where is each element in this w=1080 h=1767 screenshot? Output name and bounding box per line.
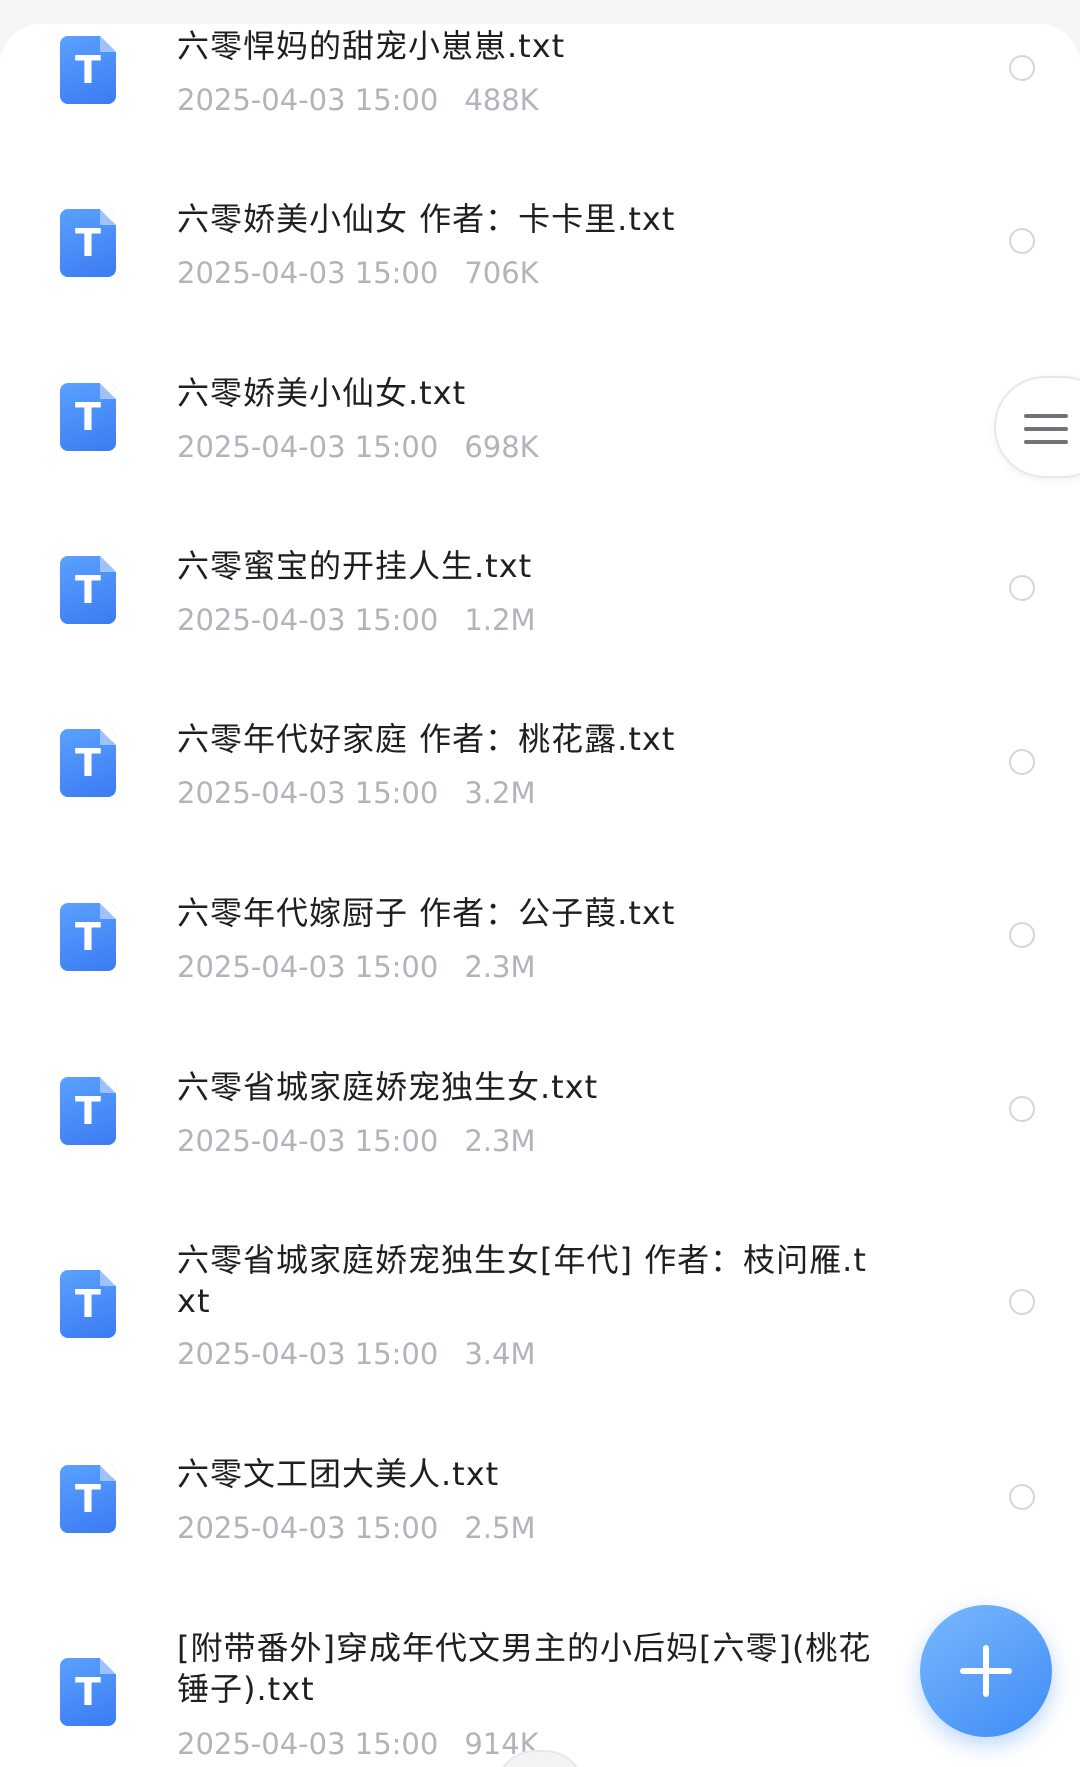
file-size: 2.5M — [464, 1511, 536, 1545]
txt-file-icon: T — [60, 1465, 116, 1533]
file-date: 2025-04-03 15:00 — [177, 1337, 439, 1371]
file-size: 488K — [464, 83, 539, 117]
file-date: 2025-04-03 15:00 — [177, 776, 439, 810]
file-name: 六零年代嫁厨子 作者：公子葭.txt — [177, 894, 676, 932]
file-size: 2.3M — [464, 1124, 536, 1158]
file-size: 2.3M — [464, 950, 536, 984]
txt-file-icon: T — [60, 556, 116, 624]
file-name: 六零蜜宝的开挂人生.txt — [177, 547, 533, 585]
file-meta: 2025-04-03 15:00 488K — [177, 82, 539, 118]
select-radio[interactable] — [1009, 749, 1035, 775]
file-meta: 2025-04-03 15:00 3.4M — [177, 1336, 535, 1372]
file-browser-page: T 六零悍妈的甜宠小崽崽.txt 2025-04-03 15:00 488K T … — [0, 0, 1080, 1767]
file-date: 2025-04-03 15:00 — [177, 83, 439, 117]
file-date: 2025-04-03 15:00 — [177, 430, 439, 464]
file-size: 706K — [464, 256, 539, 290]
file-meta: 2025-04-03 15:00 1.2M — [177, 602, 535, 638]
file-meta: 2025-04-03 15:00 3.2M — [177, 775, 535, 811]
file-date: 2025-04-03 15:00 — [177, 603, 439, 637]
file-list-panel: T 六零悍妈的甜宠小崽崽.txt 2025-04-03 15:00 488K T … — [0, 24, 1080, 1767]
add-button[interactable] — [920, 1605, 1052, 1737]
file-size: 3.2M — [464, 776, 536, 810]
select-radio[interactable] — [1009, 228, 1035, 254]
file-size: 1.2M — [464, 603, 536, 637]
txt-file-icon: T — [60, 383, 116, 451]
file-name: 六零省城家庭娇宠独生女.txt — [177, 1068, 599, 1106]
file-name: 六零悍妈的甜宠小崽崽.txt — [177, 27, 566, 65]
file-name: 六零文工团大美人.txt — [177, 1455, 500, 1493]
file-meta: 2025-04-03 15:00 2.3M — [177, 1123, 535, 1159]
select-radio[interactable] — [1009, 1096, 1035, 1122]
file-name: 六零省城家庭娇宠独生女[年代] 作者：枝问雁.txt — [177, 1241, 867, 1320]
file-name: [附带番外]穿成年代文男主的小后妈[六零](桃花锤子).txt — [177, 1629, 872, 1708]
file-meta: 2025-04-03 15:00 914K — [177, 1726, 539, 1762]
file-date: 2025-04-03 15:00 — [177, 1727, 439, 1761]
file-date: 2025-04-03 15:00 — [177, 256, 439, 290]
file-size: 698K — [464, 430, 539, 464]
menu-icon — [1024, 414, 1068, 444]
file-name: 六零娇美小仙女 作者：卡卡里.txt — [177, 200, 676, 238]
select-radio[interactable] — [1009, 1289, 1035, 1315]
file-name: 六零年代好家庭 作者：桃花露.txt — [177, 720, 676, 758]
select-radio[interactable] — [1009, 55, 1035, 81]
txt-file-icon: T — [60, 1658, 116, 1726]
txt-file-icon: T — [60, 36, 116, 104]
select-radio[interactable] — [1009, 922, 1035, 948]
file-meta: 2025-04-03 15:00 706K — [177, 255, 539, 291]
file-meta: 2025-04-03 15:00 2.5M — [177, 1510, 535, 1546]
txt-file-icon: T — [60, 729, 116, 797]
file-date: 2025-04-03 15:00 — [177, 950, 439, 984]
txt-file-icon: T — [60, 209, 116, 277]
file-date: 2025-04-03 15:00 — [177, 1511, 439, 1545]
file-meta: 2025-04-03 15:00 2.3M — [177, 949, 535, 985]
file-meta: 2025-04-03 15:00 698K — [177, 429, 539, 465]
file-date: 2025-04-03 15:00 — [177, 1124, 439, 1158]
select-radio[interactable] — [1009, 1484, 1035, 1510]
file-name: 六零娇美小仙女.txt — [177, 374, 467, 412]
file-size: 3.4M — [464, 1337, 536, 1371]
txt-file-icon: T — [60, 903, 116, 971]
txt-file-icon: T — [60, 1077, 116, 1145]
select-radio[interactable] — [1009, 575, 1035, 601]
txt-file-icon: T — [60, 1270, 116, 1338]
